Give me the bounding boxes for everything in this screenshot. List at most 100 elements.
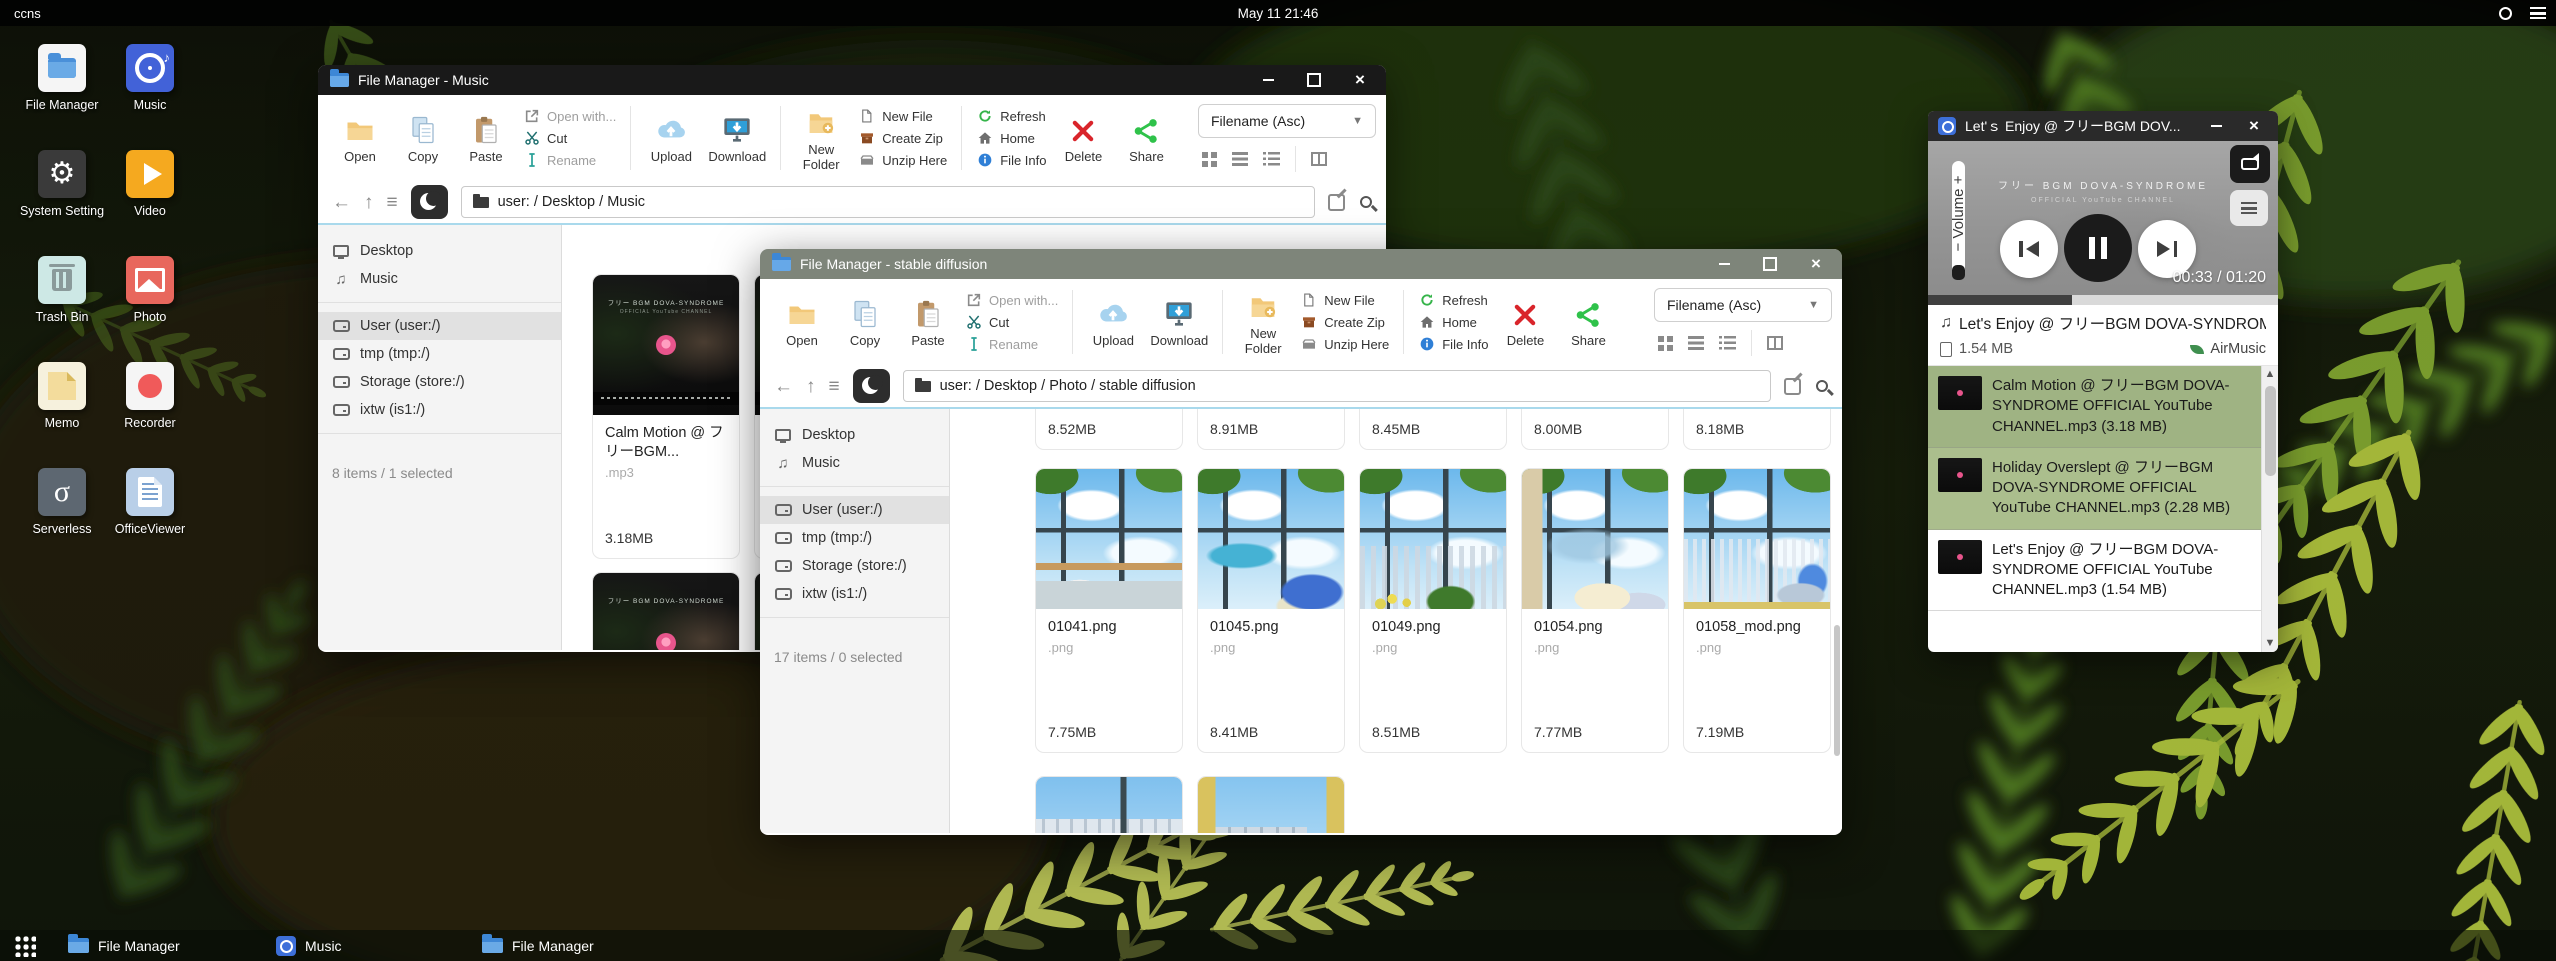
desktop-icon-serverless[interactable]: σ Serverless bbox=[18, 468, 106, 574]
list-icon[interactable]: ≡ bbox=[829, 377, 840, 396]
view-columns-button[interactable] bbox=[1311, 152, 1327, 166]
pause-button[interactable] bbox=[2064, 214, 2132, 282]
upload-button[interactable]: Upload bbox=[1087, 295, 1139, 349]
new-folder-button[interactable]: New Folder bbox=[795, 104, 847, 173]
title-bar[interactable]: File Manager - Music × bbox=[318, 65, 1386, 95]
view-rows-button[interactable] bbox=[1688, 336, 1704, 350]
sidebar-item-desktop[interactable]: Desktop bbox=[760, 421, 949, 449]
file-card[interactable] bbox=[1197, 776, 1345, 833]
dark-mode-button[interactable] bbox=[853, 369, 890, 403]
delete-button[interactable]: Delete bbox=[1499, 295, 1551, 349]
open-button[interactable]: Open bbox=[334, 111, 386, 165]
open-with-button[interactable]: Open with... bbox=[523, 108, 616, 125]
file-card[interactable]: フリー BGM DOVA-SYNDROME bbox=[592, 572, 740, 650]
desktop-icon-memo[interactable]: Memo bbox=[18, 362, 106, 468]
sidebar-item-ixtw-drive[interactable]: ixtw (is1:/) bbox=[760, 580, 949, 608]
taskbar-item-music[interactable]: Music bbox=[266, 930, 352, 961]
sidebar-item-user-drive[interactable]: User (user:/) bbox=[760, 496, 949, 524]
upload-button[interactable]: Upload bbox=[645, 111, 697, 165]
file-card-01058-mod[interactable]: 01058_mod.png .png 7.19MB bbox=[1683, 468, 1831, 753]
minimize-button[interactable] bbox=[2208, 118, 2224, 134]
delete-button[interactable]: Delete bbox=[1057, 111, 1109, 165]
clock[interactable]: May 11 21:46 bbox=[0, 6, 2556, 21]
scrollbar-thumb[interactable] bbox=[1834, 625, 1840, 756]
sidebar-item-ixtw-drive[interactable]: ixtw (is1:/) bbox=[318, 396, 561, 424]
open-with-button[interactable]: Open with... bbox=[965, 292, 1058, 309]
maximize-button[interactable] bbox=[1306, 72, 1322, 88]
create-zip-button[interactable]: Create Zip bbox=[1300, 314, 1389, 331]
cut-button[interactable]: Cut bbox=[523, 130, 616, 147]
new-file-button[interactable]: New File bbox=[858, 108, 947, 125]
edit-path-icon[interactable] bbox=[1784, 378, 1801, 395]
file-card-01054[interactable]: 01054.png .png 7.77MB bbox=[1521, 468, 1669, 753]
view-rows-button[interactable] bbox=[1232, 152, 1248, 166]
new-file-button[interactable]: New File bbox=[1300, 292, 1389, 309]
dark-mode-button[interactable] bbox=[411, 185, 448, 219]
paste-button[interactable]: Paste bbox=[460, 111, 512, 165]
sidebar-item-tmp-drive[interactable]: tmp (tmp:/) bbox=[318, 340, 561, 368]
view-list-button[interactable] bbox=[1719, 336, 1736, 350]
search-icon[interactable] bbox=[1816, 380, 1828, 392]
taskbar-item-file-manager-1[interactable]: File Manager bbox=[58, 930, 190, 961]
previous-track-button[interactable] bbox=[2000, 220, 2058, 278]
desktop-icon-music[interactable]: Music bbox=[106, 44, 194, 150]
minimize-button[interactable] bbox=[1716, 256, 1732, 272]
desktop-icon-photo[interactable]: Photo bbox=[106, 256, 194, 362]
rename-button[interactable]: Rename bbox=[523, 152, 616, 169]
sidebar-item-music[interactable]: ♫Music bbox=[318, 265, 561, 293]
refresh-button[interactable]: Refresh bbox=[976, 108, 1046, 125]
title-bar[interactable]: File Manager - stable diffusion × bbox=[760, 249, 1842, 279]
file-info-button[interactable]: File Info bbox=[976, 152, 1046, 169]
progress-bar[interactable] bbox=[1928, 295, 2278, 305]
app-launcher-icon[interactable] bbox=[14, 935, 36, 957]
view-list-button[interactable] bbox=[1263, 152, 1280, 166]
new-folder-button[interactable]: New Folder bbox=[1237, 288, 1289, 357]
copy-button[interactable]: Copy bbox=[839, 295, 891, 349]
cut-button[interactable]: Cut bbox=[965, 314, 1058, 331]
desktop-icon-recorder[interactable]: Recorder bbox=[106, 362, 194, 468]
home-button[interactable]: Home bbox=[976, 130, 1046, 147]
sort-dropdown[interactable]: Filename (Asc)▼ bbox=[1198, 104, 1376, 138]
minimize-button[interactable] bbox=[1260, 72, 1276, 88]
file-card[interactable]: 8.45MB bbox=[1359, 409, 1507, 450]
desktop-icon-system-setting[interactable]: ⚙ System Setting bbox=[18, 150, 106, 256]
path-input[interactable]: user: / Desktop / Photo / stable diffusi… bbox=[903, 370, 1771, 402]
sort-dropdown[interactable]: Filename (Asc)▼ bbox=[1654, 288, 1832, 322]
file-card[interactable] bbox=[1035, 776, 1183, 833]
desktop-icon-officeviewer[interactable]: OfficeViewer bbox=[106, 468, 194, 574]
file-card-calm-motion[interactable]: フリー BGM DOVA-SYNDROME OFFICIAL YouTube C… bbox=[592, 274, 740, 559]
scrollbar-thumb[interactable] bbox=[2265, 386, 2276, 476]
home-button[interactable]: Home bbox=[1418, 314, 1488, 331]
close-button[interactable]: × bbox=[1808, 256, 1824, 272]
create-zip-button[interactable]: Create Zip bbox=[858, 130, 947, 147]
file-card[interactable]: 8.52MB bbox=[1035, 409, 1183, 450]
playlist-menu-button[interactable] bbox=[2230, 190, 2268, 226]
view-columns-button[interactable] bbox=[1767, 336, 1783, 350]
sidebar-item-storage-drive[interactable]: Storage (store:/) bbox=[318, 368, 561, 396]
scroll-down-icon[interactable]: ▼ bbox=[2265, 638, 2276, 649]
edit-path-icon[interactable] bbox=[1328, 194, 1345, 211]
close-button[interactable]: × bbox=[1352, 72, 1368, 88]
playlist-scrollbar[interactable]: ▲ ▼ bbox=[2261, 366, 2278, 652]
up-icon[interactable]: ↑ bbox=[364, 193, 374, 212]
list-icon[interactable]: ≡ bbox=[387, 193, 398, 212]
view-grid-button[interactable] bbox=[1658, 336, 1673, 351]
sidebar-item-storage-drive[interactable]: Storage (store:/) bbox=[760, 552, 949, 580]
unzip-here-button[interactable]: Unzip Here bbox=[858, 152, 947, 169]
download-button[interactable]: Download bbox=[708, 111, 766, 165]
taskbar-item-file-manager-2[interactable]: File Manager bbox=[472, 930, 604, 961]
desktop-icon-trash-bin[interactable]: Trash Bin bbox=[18, 256, 106, 362]
scroll-up-icon[interactable]: ▲ bbox=[2265, 369, 2276, 380]
refresh-button[interactable]: Refresh bbox=[1418, 292, 1488, 309]
file-card-01049[interactable]: 01049.png .png 8.51MB bbox=[1359, 468, 1507, 753]
path-input[interactable]: user: / Desktop / Music bbox=[461, 186, 1315, 218]
close-button[interactable]: × bbox=[2246, 118, 2262, 134]
copy-button[interactable]: Copy bbox=[397, 111, 449, 165]
share-button[interactable]: Share bbox=[1120, 111, 1172, 165]
power-icon[interactable] bbox=[2499, 7, 2512, 20]
open-button[interactable]: Open bbox=[776, 295, 828, 349]
file-info-button[interactable]: File Info bbox=[1418, 336, 1488, 353]
back-icon[interactable]: ← bbox=[332, 193, 351, 212]
desktop-icon-video[interactable]: Video bbox=[106, 150, 194, 256]
share-button[interactable]: Share bbox=[1562, 295, 1614, 349]
